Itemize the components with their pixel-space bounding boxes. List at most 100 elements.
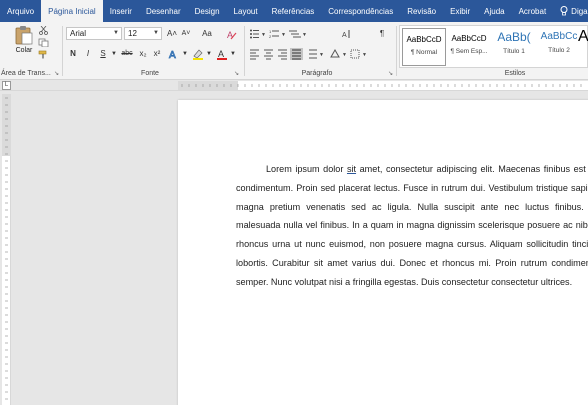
paste-button[interactable]: Colar [12,25,36,63]
tell-me-search[interactable]: Diga- [553,0,588,22]
align-left-icon [250,49,259,60]
paragraph-launcher-icon[interactable]: ↘ [388,70,393,77]
tab-desenhar[interactable]: Desenhar [139,0,188,22]
text-effects-icon[interactable]: A [168,48,180,60]
subscript-button[interactable]: x₂ [137,48,149,60]
document-body[interactable]: Lorem ipsum dolor sit amet, consectetur … [236,160,588,292]
underline-button[interactable]: S [98,48,108,60]
strikethrough-button[interactable]: abc [120,48,134,60]
lightbulb-icon [560,6,568,16]
tab-referencias[interactable]: Referências [265,0,322,22]
paragraph-group-label: Parágrafo [301,70,333,77]
clipboard-launcher-icon[interactable]: ↘ [54,70,59,77]
tab-inserir[interactable]: Inserir [103,0,139,22]
font-launcher-icon[interactable]: ↘ [234,70,239,77]
ribbon: Colar Área de Trans... ↘ Arial ▼ 12 ▼ A˄… [0,22,588,80]
style-sem-espacamento[interactable]: AaBbCcD ¶ Sem Esp... [447,28,491,66]
clipboard-icon [15,26,33,45]
ribbon-tabs: Arquivo Página Inicial Inserir Desenhar … [0,0,588,22]
align-center-icon [264,49,273,60]
svg-text:▼: ▼ [261,32,266,38]
svg-text:▼: ▼ [302,32,307,38]
sort-icon: A [342,30,350,39]
paragraph-align-toolbar: ▼ ▼ ▼ [250,48,367,60]
tab-ajuda[interactable]: Ajuda [477,0,511,22]
numbering-icon: 12 [269,29,279,39]
tab-layout[interactable]: Layout [227,0,265,22]
styles-gallery: AaBbCcD ¶ Normal AaBbCcD ¶ Sem Esp... Aa… [399,25,588,68]
document-page[interactable]: Lorem ipsum dolor sit amet, consectetur … [178,100,588,405]
align-right-icon [278,49,287,60]
change-case-button[interactable]: Aa [196,28,218,40]
style-sample: A [578,28,588,45]
svg-text:▼: ▼ [281,32,286,38]
tab-revisao[interactable]: Revisão [400,0,443,22]
paste-label: Colar [15,47,33,54]
style-sample: AaBbCcD [406,35,442,44]
highlighter-icon[interactable] [192,48,204,60]
style-titulo[interactable]: A [578,28,588,66]
font-name-value: Arial [70,29,87,38]
tab-pagina-inicial[interactable]: Página Inicial [41,0,103,22]
chevron-down-icon[interactable]: ▼ [230,48,236,60]
style-name: ¶ Sem Esp... [450,48,488,55]
italic-button[interactable]: I [83,48,93,60]
font-size-select[interactable]: 12 ▼ [124,27,162,40]
tab-correspondencias[interactable]: Correspondências [321,0,400,22]
clear-formatting-icon[interactable]: A [226,29,237,40]
paragraph-list-toolbar: ▼ 12 ▼ ▼ A [250,29,350,39]
tab-selector[interactable]: L [2,81,11,90]
show-formatting-button[interactable]: ¶ [378,28,386,40]
chevron-down-icon[interactable]: ▼ [206,48,212,60]
bullets-icon [250,29,259,39]
shrink-font-button[interactable]: A˅ [180,28,192,40]
bold-button[interactable]: N [68,48,78,60]
shading-icon [330,48,340,58]
svg-text:2: 2 [269,34,272,39]
tab-exibir[interactable]: Exibir [443,0,477,22]
style-titulo-1[interactable]: AaBb( Título 1 [492,28,536,66]
style-sample: AaBbCcD [451,34,487,43]
text-run: amet, consectetur adipiscing elit. Maece… [236,164,588,287]
format-painter-icon[interactable] [38,50,49,59]
chevron-down-icon[interactable]: ▼ [110,48,118,60]
clipboard-group-label: Área de Trans... [1,70,51,77]
style-titulo-2[interactable]: AaBbCc Título 2 [537,28,581,66]
cut-icon[interactable] [38,26,49,35]
ruler-ticks [5,97,8,400]
text-run: Lorem ipsum dolor [266,164,347,174]
group-divider [244,26,245,76]
misspelled-word[interactable]: sit [347,164,356,174]
style-name: ¶ Normal [410,49,438,56]
chevron-down-icon: ▼ [153,30,159,36]
style-normal[interactable]: AaBbCcD ¶ Normal [402,28,446,66]
font-size-value: 12 [128,29,137,38]
horizontal-ruler-bar: L [0,80,588,91]
svg-text:▼: ▼ [342,52,347,58]
svg-text:A: A [218,49,224,59]
copy-icon[interactable] [38,38,49,47]
group-divider [62,26,63,76]
grow-font-button[interactable]: A˄ [166,28,178,40]
superscript-button[interactable]: x² [151,48,163,60]
svg-text:A: A [342,32,347,39]
line-spacing-icon [309,49,317,59]
tell-me-label: Diga- [571,6,588,16]
multilevel-list-icon [289,30,301,38]
tab-design[interactable]: Design [188,0,227,22]
horizontal-ruler[interactable] [178,81,588,90]
svg-text:▼: ▼ [362,52,367,58]
borders-icon [350,49,360,59]
font-name-select[interactable]: Arial ▼ [66,27,122,40]
style-name: Título 2 [548,47,570,54]
vertical-ruler[interactable] [2,94,11,405]
tab-acrobat[interactable]: Acrobat [512,0,554,22]
style-sample: AaBb( [497,30,531,44]
chevron-down-icon[interactable]: ▼ [182,48,188,60]
style-sample: AaBbCc [540,31,578,42]
svg-text:▼: ▼ [319,52,324,58]
styles-group-label: Estilos [504,70,526,77]
tab-arquivo[interactable]: Arquivo [0,0,41,22]
font-color-icon[interactable]: A [216,48,228,60]
ruler-ticks [181,84,582,87]
